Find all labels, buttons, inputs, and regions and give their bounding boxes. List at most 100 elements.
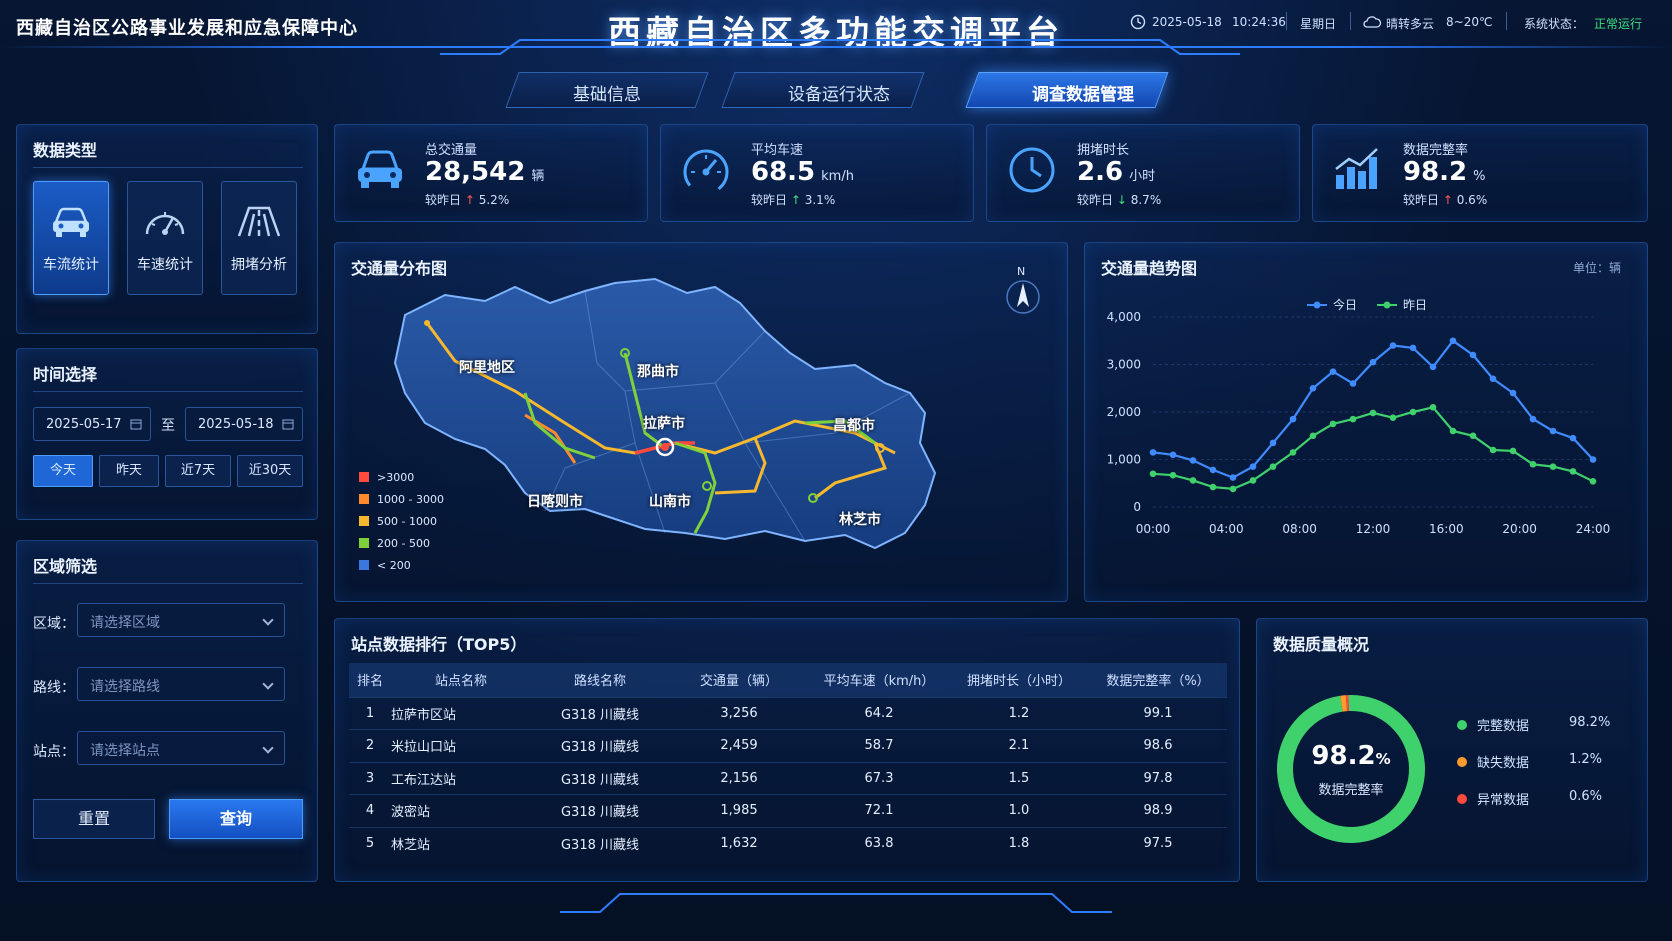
data-point — [1209, 466, 1217, 474]
type-btn-congestion[interactable]: 拥堵分析 — [221, 181, 297, 295]
cell-congestion: 1.5 — [949, 761, 1089, 795]
query-button[interactable]: 查询 — [169, 799, 303, 839]
station-select[interactable]: 请选择站点 — [77, 731, 285, 765]
data-point — [1229, 485, 1237, 493]
legend-marker — [1383, 301, 1391, 309]
quick-7days-button[interactable]: 近7天 — [165, 455, 231, 487]
city-label-lhasa: 拉萨市 — [643, 416, 685, 432]
north-label: N — [1017, 265, 1026, 278]
cell-completeness: 99.1 — [1089, 696, 1227, 730]
table-row[interactable]: 3 工布江达站 G318 川藏线 2,156 67.3 1.5 97.8 — [349, 761, 1227, 795]
legend-marker — [1313, 301, 1321, 309]
cell-volume: 3,256 — [669, 696, 809, 730]
legend-swatch — [359, 560, 369, 570]
cell-speed: 67.3 — [809, 761, 949, 795]
table-row[interactable]: 1 拉萨市区站 G318 川藏线 3,256 64.2 1.2 99.1 — [349, 696, 1227, 730]
region-placeholder: 请选择区域 — [90, 615, 160, 631]
quality-legend-item: 缺失数据 1.2% — [1457, 752, 1602, 771]
stat-label: 总交通量 — [425, 143, 478, 158]
donut-unit: % — [1375, 750, 1391, 768]
bar-chart-icon — [1331, 145, 1385, 199]
stat-compare: 较昨日 ↓ 8.7% — [1077, 191, 1161, 208]
cell-station: 波密站 — [391, 794, 531, 827]
tibet-map[interactable] — [335, 243, 1069, 603]
donut-center-value: 98.2% — [1271, 741, 1431, 771]
header-temp: 8~20℃ — [1446, 15, 1493, 29]
date-to-input[interactable]: 2025-05-18 — [185, 407, 303, 441]
map-legend-item: 1000 - 3000 — [359, 493, 444, 506]
table-row[interactable]: 4 波密站 G318 川藏线 1,985 72.1 1.0 98.9 — [349, 794, 1227, 827]
col-station: 站点名称 — [391, 663, 531, 697]
stat-compare-label: 较昨日 — [751, 193, 788, 207]
header-separator — [1506, 12, 1507, 30]
data-point — [1169, 471, 1177, 479]
type-btn-speed[interactable]: 车速统计 — [127, 181, 203, 295]
quick-30days-button[interactable]: 近30天 — [237, 455, 303, 487]
quick-yesterday-button[interactable]: 昨天 — [99, 455, 159, 487]
route-label: 路线： — [33, 680, 75, 696]
table-row[interactable]: 5 林芝站 G318 川藏线 1,632 63.8 1.8 97.5 — [349, 826, 1227, 860]
header-date: 2025-05-18 — [1152, 15, 1222, 29]
table-row[interactable]: 2 米拉山口站 G318 川藏线 2,459 58.7 2.1 98.6 — [349, 729, 1227, 762]
data-point — [1369, 409, 1377, 417]
data-point — [1309, 384, 1317, 392]
stat-number: 28,542 — [425, 157, 526, 187]
time-select-title: 时间选择 — [33, 365, 98, 384]
stat-compare-label: 较昨日 — [425, 193, 462, 207]
car-icon — [353, 145, 407, 199]
data-point — [1549, 463, 1557, 470]
stat-value: 28,542 辆 — [425, 157, 544, 187]
reset-button[interactable]: 重置 — [33, 799, 155, 839]
clock-icon — [1005, 145, 1059, 199]
legend-label: 1000 - 3000 — [377, 493, 444, 506]
station-label: 站点： — [33, 744, 75, 760]
stat-compare-label: 较昨日 — [1077, 193, 1114, 207]
data-point — [1429, 403, 1437, 411]
station-placeholder: 请选择站点 — [90, 743, 160, 759]
data-point — [1589, 456, 1597, 463]
legend-label: 完整数据 — [1477, 719, 1530, 734]
date-range-to: 至 — [161, 418, 175, 434]
legend-dot — [1457, 720, 1467, 730]
cell-station: 林芝站 — [391, 826, 531, 860]
route-select[interactable]: 请选择路线 — [77, 667, 285, 701]
region-filter-panel: 区域筛选 区域： 请选择区域 路线： 请选择路线 站点： 请选择站点 重置 查询 — [16, 540, 318, 882]
city-label-ali: 阿里地区 — [459, 360, 515, 376]
arrow-up-icon: ↑ — [790, 193, 801, 207]
col-speed: 平均车速（km/h） — [809, 663, 949, 697]
col-rank: 排名 — [349, 663, 391, 697]
type-btn-traffic-flow[interactable]: 车流统计 — [33, 181, 109, 295]
stat-change: 0.6% — [1456, 193, 1488, 207]
stat-compare: 较昨日 ↑ 0.6% — [1403, 191, 1487, 208]
divider — [33, 391, 303, 392]
city-label-shannan: 山南市 — [649, 494, 691, 510]
col-route: 路线名称 — [531, 663, 669, 697]
table-header-row: 排名 站点名称 路线名称 交通量（辆） 平均车速（km/h） 拥堵时长（小时） … — [349, 663, 1227, 697]
stat-card-completeness: 数据完整率 98.2% 较昨日 ↑ 0.6% — [1312, 124, 1648, 222]
legend-swatch — [359, 516, 369, 526]
region-select[interactable]: 请选择区域 — [77, 603, 285, 637]
legend-value: 0.6% — [1569, 789, 1603, 804]
stat-unit: % — [1473, 169, 1486, 184]
route-placeholder: 请选择路线 — [90, 679, 160, 695]
cell-station: 工布江达站 — [391, 761, 531, 795]
data-type-panel: 数据类型 车流统计 车速统计 拥堵分析 — [16, 124, 318, 334]
calendar-icon — [130, 418, 142, 434]
cell-station: 米拉山口站 — [391, 729, 531, 762]
data-point — [1289, 449, 1297, 456]
data-point — [1189, 457, 1197, 464]
y-tick-label: 1,000 — [1107, 453, 1141, 467]
stat-unit: 辆 — [531, 169, 545, 184]
date-from-input[interactable]: 2025-05-17 — [33, 407, 151, 441]
series-line-yesterday — [1152, 406, 1594, 491]
header-weekday: 星期日 — [1300, 17, 1337, 31]
rank-title: 站点数据排行（TOP5） — [351, 635, 527, 654]
data-point — [1509, 447, 1517, 455]
speedometer-icon — [128, 204, 202, 242]
quick-today-button[interactable]: 今天 — [33, 455, 93, 487]
data-point — [1329, 368, 1337, 375]
stat-card-congestion: 拥堵时长 2.6 小时 较昨日 ↓ 8.7% — [986, 124, 1300, 222]
chevron-down-icon — [262, 742, 274, 754]
traffic-trend-panel: 交通量趋势图 单位：辆 0 1,000 2,000 3,000 4,000 00:00 04… — [1084, 242, 1648, 602]
stat-label: 数据完整率 — [1403, 143, 1469, 158]
